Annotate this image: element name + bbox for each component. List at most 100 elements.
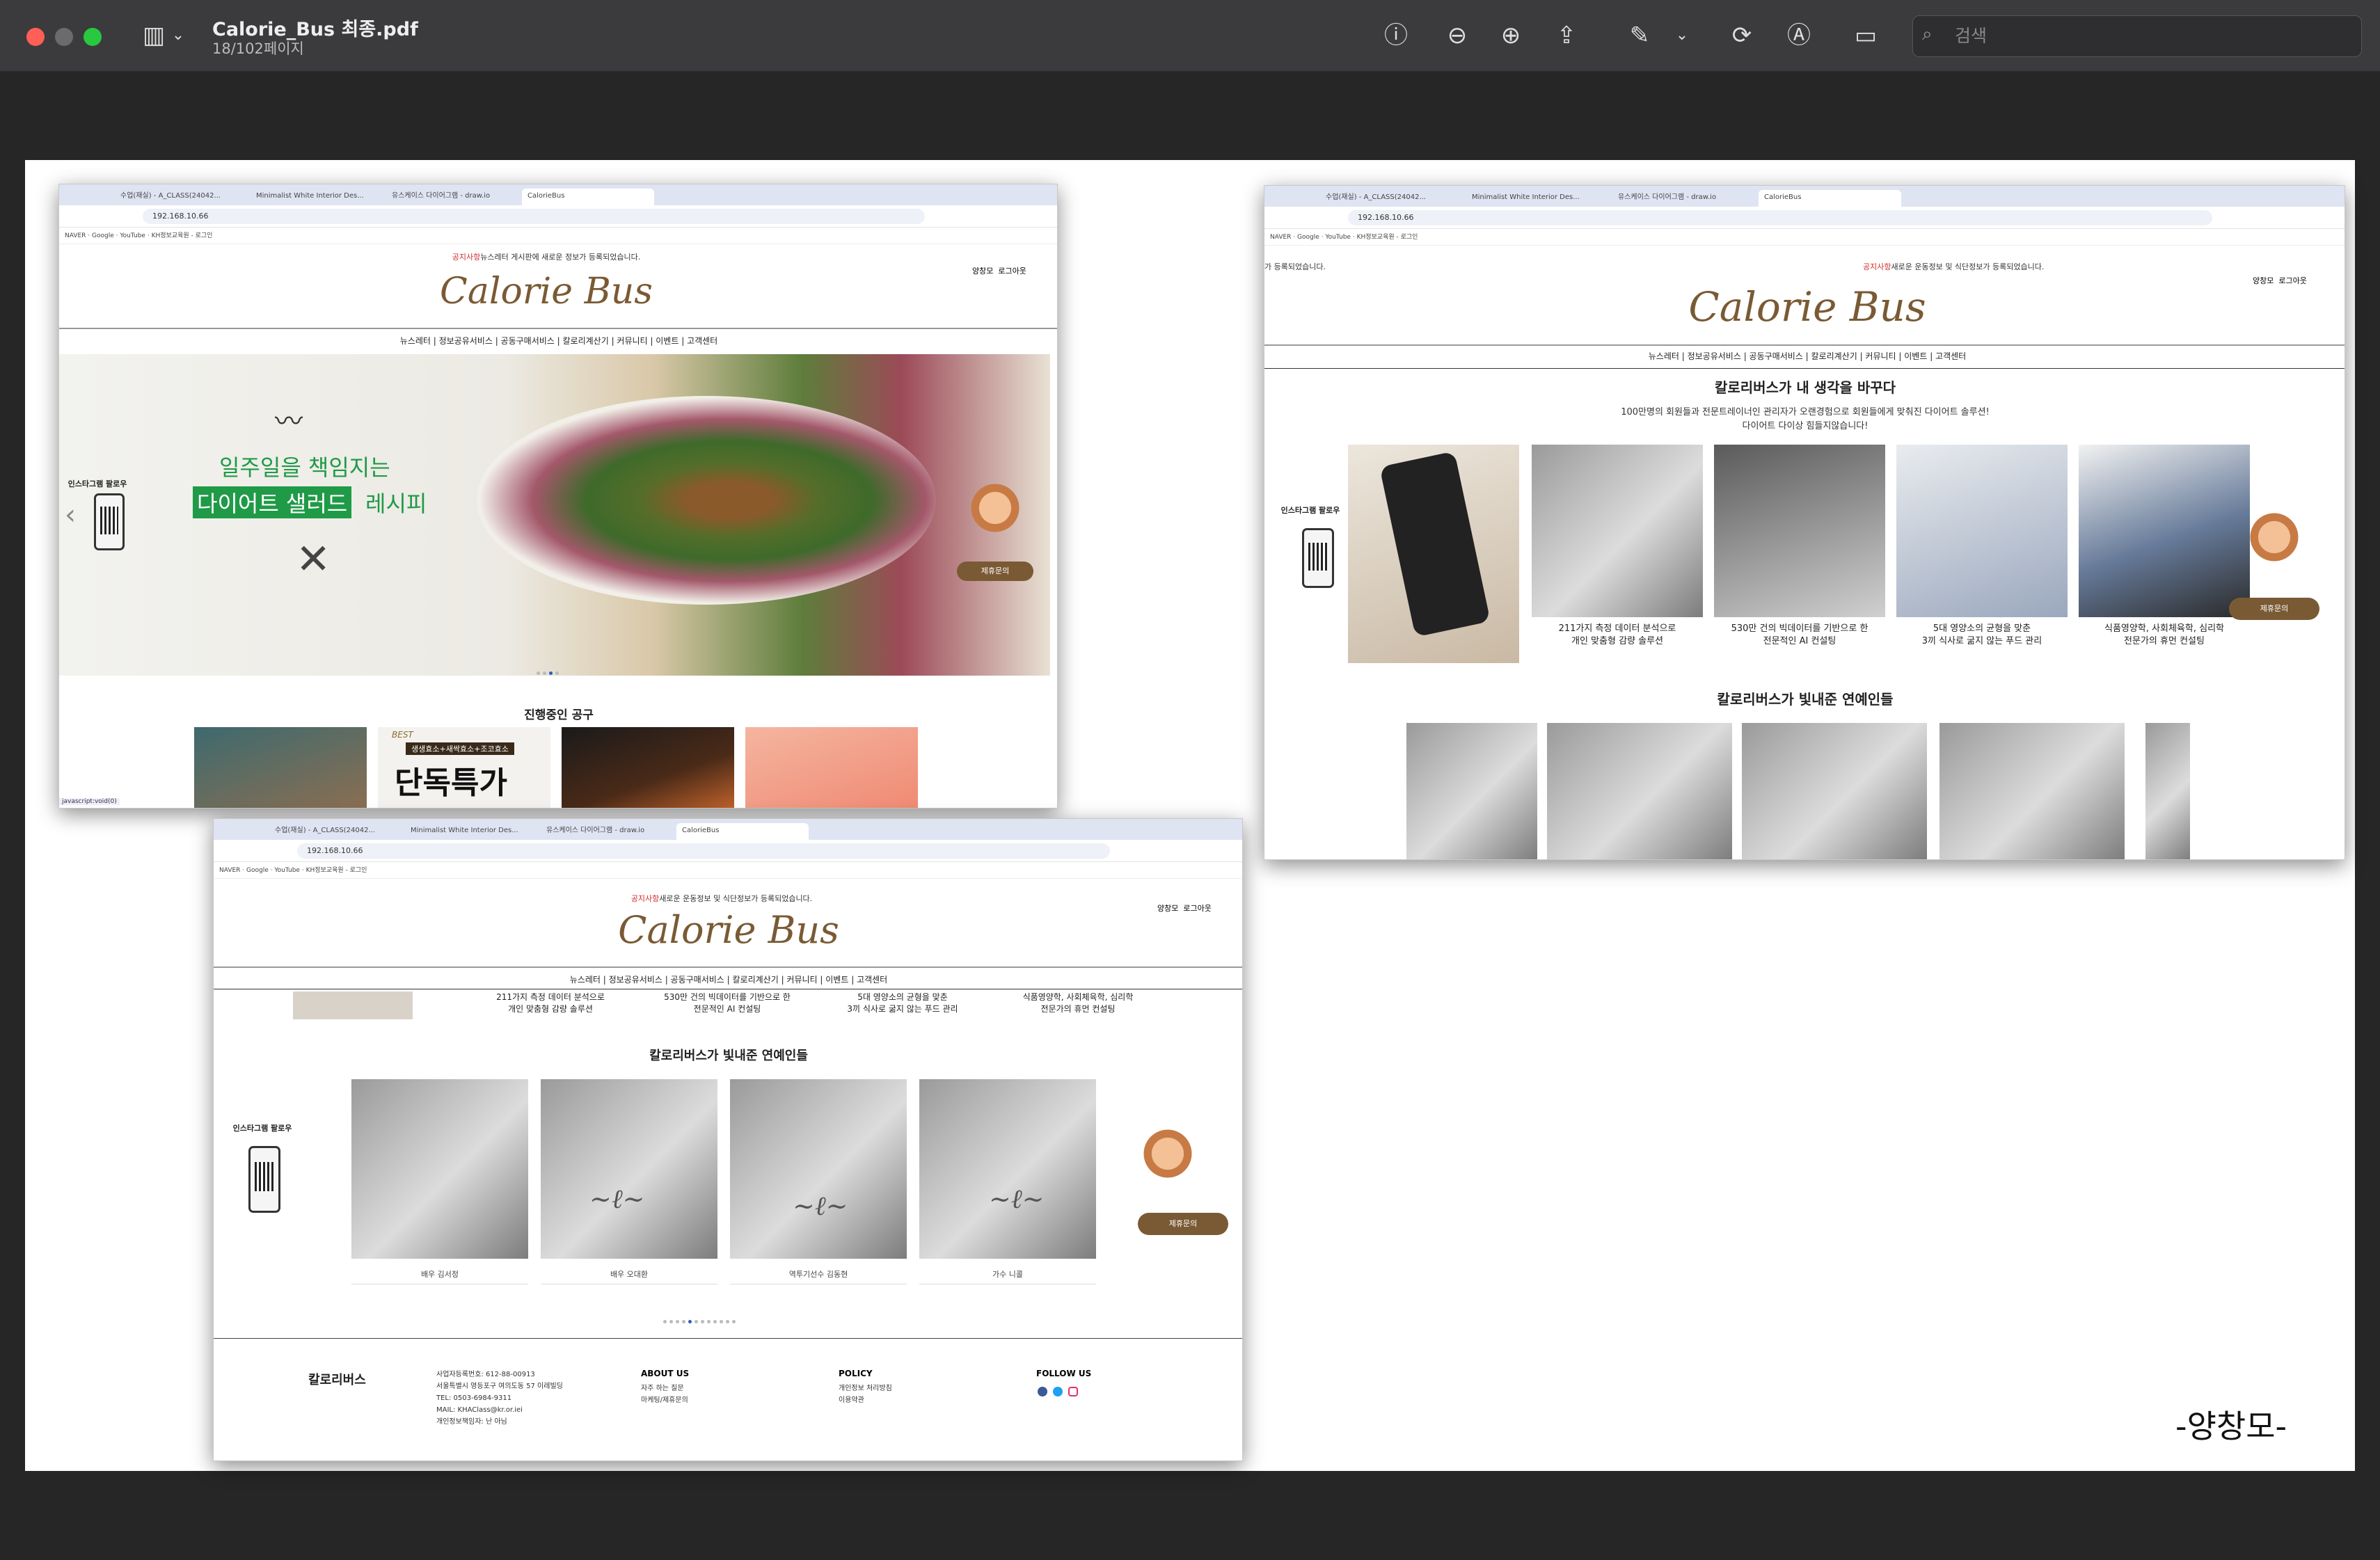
celeb-slide-dots[interactable] <box>662 1313 737 1326</box>
partner-button[interactable]: 제휴문의 <box>957 562 1033 581</box>
user-link[interactable]: 양창모 <box>972 266 993 276</box>
rotate-icon[interactable]: ⟳ <box>1726 19 1758 51</box>
bookmark-youtube[interactable]: YouTube <box>120 232 145 239</box>
celeb-photo-2[interactable] <box>1547 723 1732 859</box>
chevron-down-icon[interactable]: ⌄ <box>170 19 187 51</box>
nav-info[interactable]: 정보공유서비스 <box>609 975 663 985</box>
nav-newsletter[interactable]: 뉴스레터 <box>400 336 431 346</box>
celeb-photo-1[interactable] <box>351 1079 528 1259</box>
feature-card-image-4[interactable] <box>1896 445 2068 617</box>
facebook-icon[interactable] <box>1038 1387 1047 1396</box>
tab-2[interactable]: Minimalist White Interior Des... <box>1466 190 1609 207</box>
nav-groupbuy[interactable]: 공동구매서비스 <box>671 975 724 985</box>
partner-button[interactable]: 제휴문의 <box>1138 1213 1228 1235</box>
tab-caloriebus[interactable]: CalorieBus <box>676 823 809 840</box>
close-window-button[interactable] <box>26 28 45 46</box>
prev-slide-icon[interactable]: ‹ <box>65 499 76 531</box>
nav-calculator[interactable]: 칼로리계산기 <box>733 975 779 985</box>
tab-1[interactable]: 수업(재실) - A_CLASS(24042... <box>115 189 247 205</box>
tab-3[interactable]: 유스케이스 다이어그램 - draw.io <box>541 823 673 840</box>
zoom-out-icon[interactable]: ⊖ <box>1441 19 1473 51</box>
user-link[interactable]: 양창모 <box>2253 276 2274 285</box>
celeb-photo-3[interactable] <box>1742 723 1927 859</box>
tab-caloriebus[interactable]: CalorieBus <box>522 189 654 205</box>
bookmark-youtube[interactable]: YouTube <box>274 867 300 874</box>
tab-caloriebus[interactable]: CalorieBus <box>1759 190 1901 207</box>
partner-button[interactable]: 제휴문의 <box>2229 598 2319 620</box>
bookmark-google[interactable]: Google <box>246 867 269 874</box>
sidebar-toggle-icon[interactable]: ▥ <box>138 19 170 51</box>
slide-dots[interactable] <box>535 664 560 678</box>
nav-calculator[interactable]: 칼로리계산기 <box>563 336 609 346</box>
bookmark-naver[interactable]: NAVER <box>219 867 240 874</box>
nav-event[interactable]: 이벤트 <box>825 975 848 985</box>
feature-card-image-2[interactable] <box>1532 445 1703 617</box>
minimize-window-button[interactable] <box>55 28 73 46</box>
bookmark-naver[interactable]: NAVER <box>1270 234 1291 241</box>
annotate-icon[interactable]: Ⓐ <box>1783 19 1815 51</box>
celeb-photo-5[interactable] <box>2145 723 2190 859</box>
groupbuy-card-3[interactable] <box>562 727 734 808</box>
bookmark-youtube[interactable]: YouTube <box>1325 234 1351 241</box>
tab-3[interactable]: 유스케이스 다이어그램 - draw.io <box>1612 190 1755 207</box>
tab-1[interactable]: 수업(재실) - A_CLASS(24042... <box>269 823 402 840</box>
nav-newsletter[interactable]: 뉴스레터 <box>1649 351 1679 361</box>
form-fill-icon[interactable]: ▭ <box>1850 19 1882 51</box>
nav-community[interactable]: 커뮤니티 <box>1865 351 1896 361</box>
tab-1[interactable]: 수업(재실) - A_CLASS(24042... <box>1320 190 1463 207</box>
insta-qr-phone[interactable] <box>94 493 125 550</box>
feature-card-image-5[interactable] <box>2079 445 2250 617</box>
insta-qr-phone[interactable] <box>1302 528 1334 588</box>
hero-banner[interactable]: 〰 일주일을 책임지는 다이어트 샐러드 레시피 ✕ ‹ <box>59 354 1050 676</box>
markup-pen-icon[interactable]: ✎ <box>1624 19 1656 51</box>
site-logo[interactable]: Calorie Bus <box>1612 283 2002 331</box>
tab-3[interactable]: 유스케이스 다이어그램 - draw.io <box>386 189 518 205</box>
feature-card-phone[interactable] <box>1348 445 1519 663</box>
nav-info[interactable]: 정보공유서비스 <box>439 336 493 346</box>
bookmark-naver[interactable]: NAVER <box>65 232 86 239</box>
nav-info[interactable]: 정보공유서비스 <box>1688 351 1741 361</box>
groupbuy-card-2[interactable]: BEST 생생효소+새싹효소+조코효소 단독특가 <box>378 727 550 808</box>
nav-event[interactable]: 이벤트 <box>656 336 679 346</box>
share-icon[interactable]: ⇪ <box>1550 19 1582 51</box>
nav-newsletter[interactable]: 뉴스레터 <box>570 975 601 985</box>
celeb-photo-2[interactable]: ~ℓ~ <box>541 1079 717 1259</box>
site-logo[interactable]: Calorie Bus <box>372 271 720 312</box>
celeb-photo-1[interactable] <box>1406 723 1537 859</box>
logout-link[interactable]: 로그아웃 <box>2278 276 2306 285</box>
celeb-photo-4[interactable]: ~ℓ~ <box>919 1079 1096 1259</box>
insta-qr-phone[interactable] <box>248 1146 280 1213</box>
nav-community[interactable]: 커뮤니티 <box>617 336 647 346</box>
nav-community[interactable]: 커뮤니티 <box>786 975 817 985</box>
site-logo[interactable]: Calorie Bus <box>548 908 910 952</box>
bookmark-google[interactable]: Google <box>92 232 114 239</box>
zoom-in-icon[interactable]: ⊕ <box>1495 19 1527 51</box>
bookmark-kh[interactable]: KH정보교육원 - 로그인 <box>306 867 367 874</box>
url-field[interactable]: 192.168.10.66 <box>1348 210 2212 225</box>
tab-2[interactable]: Minimalist White Interior Des... <box>251 189 383 205</box>
markup-chevron-icon[interactable]: ⌄ <box>1674 19 1690 51</box>
nav-support[interactable]: 고객센터 <box>857 975 887 985</box>
user-link[interactable]: 양창모 <box>1157 904 1178 913</box>
url-field[interactable]: 192.168.10.66 <box>143 209 925 224</box>
nav-event[interactable]: 이벤트 <box>1904 351 1927 361</box>
instagram-icon[interactable] <box>1068 1387 1078 1396</box>
url-field[interactable]: 192.168.10.66 <box>297 843 1110 859</box>
nav-groupbuy[interactable]: 공동구매서비스 <box>501 336 555 346</box>
nav-groupbuy[interactable]: 공동구매서비스 <box>1750 351 1803 361</box>
nav-support[interactable]: 고객센터 <box>687 336 717 346</box>
feature-card-image-3[interactable] <box>1714 445 1885 617</box>
twitter-icon[interactable] <box>1053 1387 1063 1396</box>
logout-link[interactable]: 로그아웃 <box>1183 904 1211 913</box>
tab-2[interactable]: Minimalist White Interior Des... <box>405 823 537 840</box>
search-input[interactable]: 검색 <box>1912 15 2362 57</box>
bookmark-google[interactable]: Google <box>1297 234 1319 241</box>
groupbuy-card-1[interactable] <box>194 727 367 808</box>
info-icon[interactable]: ⓘ <box>1380 19 1412 51</box>
nav-calculator[interactable]: 칼로리계산기 <box>1811 351 1857 361</box>
logout-link[interactable]: 로그아웃 <box>998 266 1026 276</box>
celeb-photo-3[interactable]: ~ℓ~ <box>730 1079 907 1259</box>
zoom-window-button[interactable] <box>84 28 102 46</box>
groupbuy-card-4[interactable] <box>745 727 918 808</box>
nav-support[interactable]: 고객센터 <box>1935 351 1966 361</box>
